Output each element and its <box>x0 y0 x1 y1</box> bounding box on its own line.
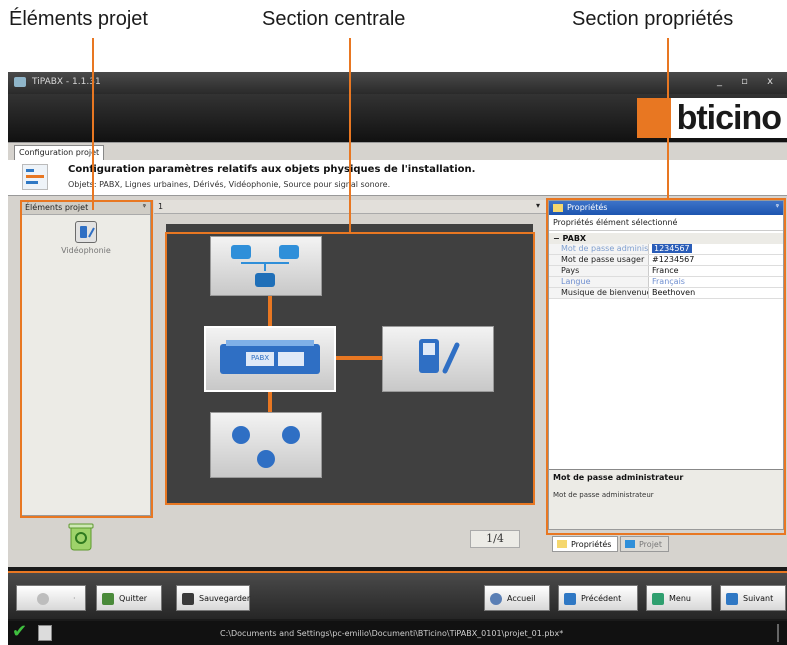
diagram-selector-value: 1 <box>158 202 164 211</box>
properties-tabs: Propriétés Projet <box>548 536 784 552</box>
project-icon <box>625 540 635 548</box>
page-title: Configuration paramètres relatifs aux ob… <box>68 164 476 175</box>
save-button[interactable]: Sauvegarder <box>176 585 250 611</box>
next-button[interactable]: Suivant <box>720 585 786 611</box>
gear-icon <box>37 593 49 605</box>
configuration-icon <box>22 164 48 190</box>
file-path: C:\Documents and Settings\pc-emilio\Docu… <box>220 629 564 638</box>
home-button[interactable]: Accueil <box>484 585 550 611</box>
callout-elements-projet: Éléments projet <box>9 8 148 30</box>
tab-proprietes[interactable]: Propriétés <box>552 536 619 552</box>
properties-icon <box>557 540 567 548</box>
check-icon: ✔ <box>12 621 28 642</box>
highlight-frame-right <box>546 198 786 535</box>
page-counter: 1/4 <box>470 530 520 548</box>
chevron-down-icon[interactable]: ▾ <box>536 201 540 210</box>
home-icon <box>490 593 502 605</box>
arrow-right-icon <box>726 593 738 605</box>
callout-line-left <box>92 38 94 210</box>
previous-button[interactable]: Précédent <box>558 585 638 611</box>
tab-configuration-projet[interactable]: Configuration projet <box>14 145 105 161</box>
callout-line-right <box>667 38 669 198</box>
bottom-toolbar: · Quitter Sauvegarder Accueil Précédent … <box>8 571 787 619</box>
title-bar: TiPABX - 1.1.31 _ ▫ x <box>8 72 787 94</box>
app-icon <box>14 77 26 87</box>
window-controls[interactable]: _ ▫ x <box>717 76 781 87</box>
exit-icon <box>102 593 114 605</box>
callout-section-centrale: Section centrale <box>262 8 406 30</box>
status-divider <box>777 624 779 642</box>
options-button[interactable]: · <box>16 585 86 611</box>
window-title: TiPABX - 1.1.31 <box>32 77 101 87</box>
recycle-bin-icon[interactable] <box>68 522 94 552</box>
highlight-frame-left <box>20 200 153 518</box>
quit-button[interactable]: Quitter <box>96 585 162 611</box>
page-subtitle: Objets: PABX, Lignes urbaines, Dérivés, … <box>68 180 391 189</box>
highlight-frame-center <box>165 232 535 505</box>
bticino-logo: bticino <box>636 98 787 138</box>
page-header: Configuration paramètres relatifs aux ob… <box>8 160 787 196</box>
tab-strip: Configuration projet <box>8 142 787 161</box>
callout-line-center <box>349 38 351 234</box>
brand-bar: bticino <box>8 94 787 142</box>
floppy-icon <box>182 593 194 605</box>
arrow-left-icon <box>564 593 576 605</box>
status-bar: ✔ C:\Documents and Settings\pc-emilio\Do… <box>8 621 787 645</box>
menu-icon <box>652 593 664 605</box>
tab-projet[interactable]: Projet <box>620 536 669 552</box>
callout-section-proprietes: Section propriétés <box>572 8 734 30</box>
document-warning-icon <box>38 625 52 641</box>
menu-button[interactable]: Menu <box>646 585 712 611</box>
